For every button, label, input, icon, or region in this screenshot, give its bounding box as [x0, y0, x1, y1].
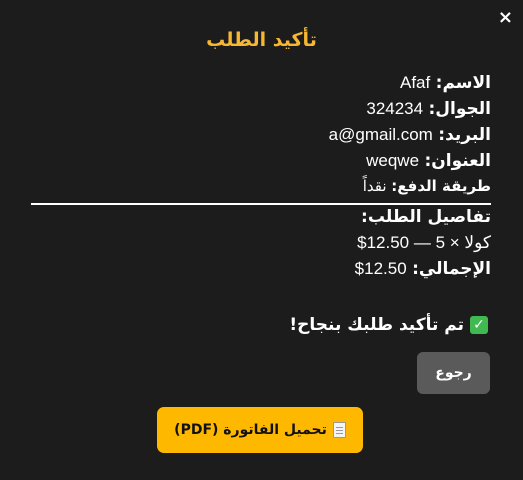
name-label: الاسم: [435, 73, 491, 93]
email-value: a@gmail.com [328, 125, 433, 144]
address-value: weqwe [366, 151, 420, 170]
phone-label: الجوال: [428, 99, 492, 119]
document-icon [332, 422, 346, 438]
success-message: ✓ تم تأكيد طلبك بنجاح! [289, 312, 488, 338]
total-label: الإجمالي: [412, 259, 491, 279]
total-value: 12.50$ [354, 259, 407, 278]
download-label: تحميل الفاتورة (PDF) [174, 422, 327, 438]
order-confirmation-dialog: × تأكيد الطلب الاسم: Afaf الجوال: 324234… [0, 0, 523, 480]
close-icon[interactable]: × [498, 8, 513, 28]
total-row: الإجمالي: 12.50$ [355, 256, 491, 282]
phone-value: 324234 [366, 99, 424, 118]
dialog-title: تأكيد الطلب [206, 29, 317, 51]
name-row: الاسم: Afaf [329, 70, 491, 96]
address-row: العنوان: weqwe [329, 148, 491, 174]
payment-value: نقداً [362, 178, 387, 195]
payment-label: طريقة الدفع: [391, 177, 491, 195]
name-value: Afaf [400, 73, 431, 92]
email-row: البريد: a@gmail.com [329, 122, 491, 148]
check-mark-icon: ✓ [470, 316, 488, 334]
address-label: العنوان: [424, 151, 491, 171]
email-label: البريد: [438, 125, 491, 145]
order-item: كولا × 5 — 12.50$ [357, 233, 491, 252]
payment-row: طريقة الدفع: نقداً [329, 174, 491, 199]
back-button[interactable]: رجوع [417, 352, 490, 394]
customer-info: الاسم: Afaf الجوال: 324234 البريد: a@gma… [329, 70, 491, 199]
success-text: تم تأكيد طلبك بنجاح! [289, 315, 464, 335]
phone-row: الجوال: 324234 [329, 96, 491, 122]
order-details-heading: تفاصيل الطلب: [361, 207, 491, 227]
download-invoice-button[interactable]: تحميل الفاتورة (PDF) [157, 407, 363, 453]
